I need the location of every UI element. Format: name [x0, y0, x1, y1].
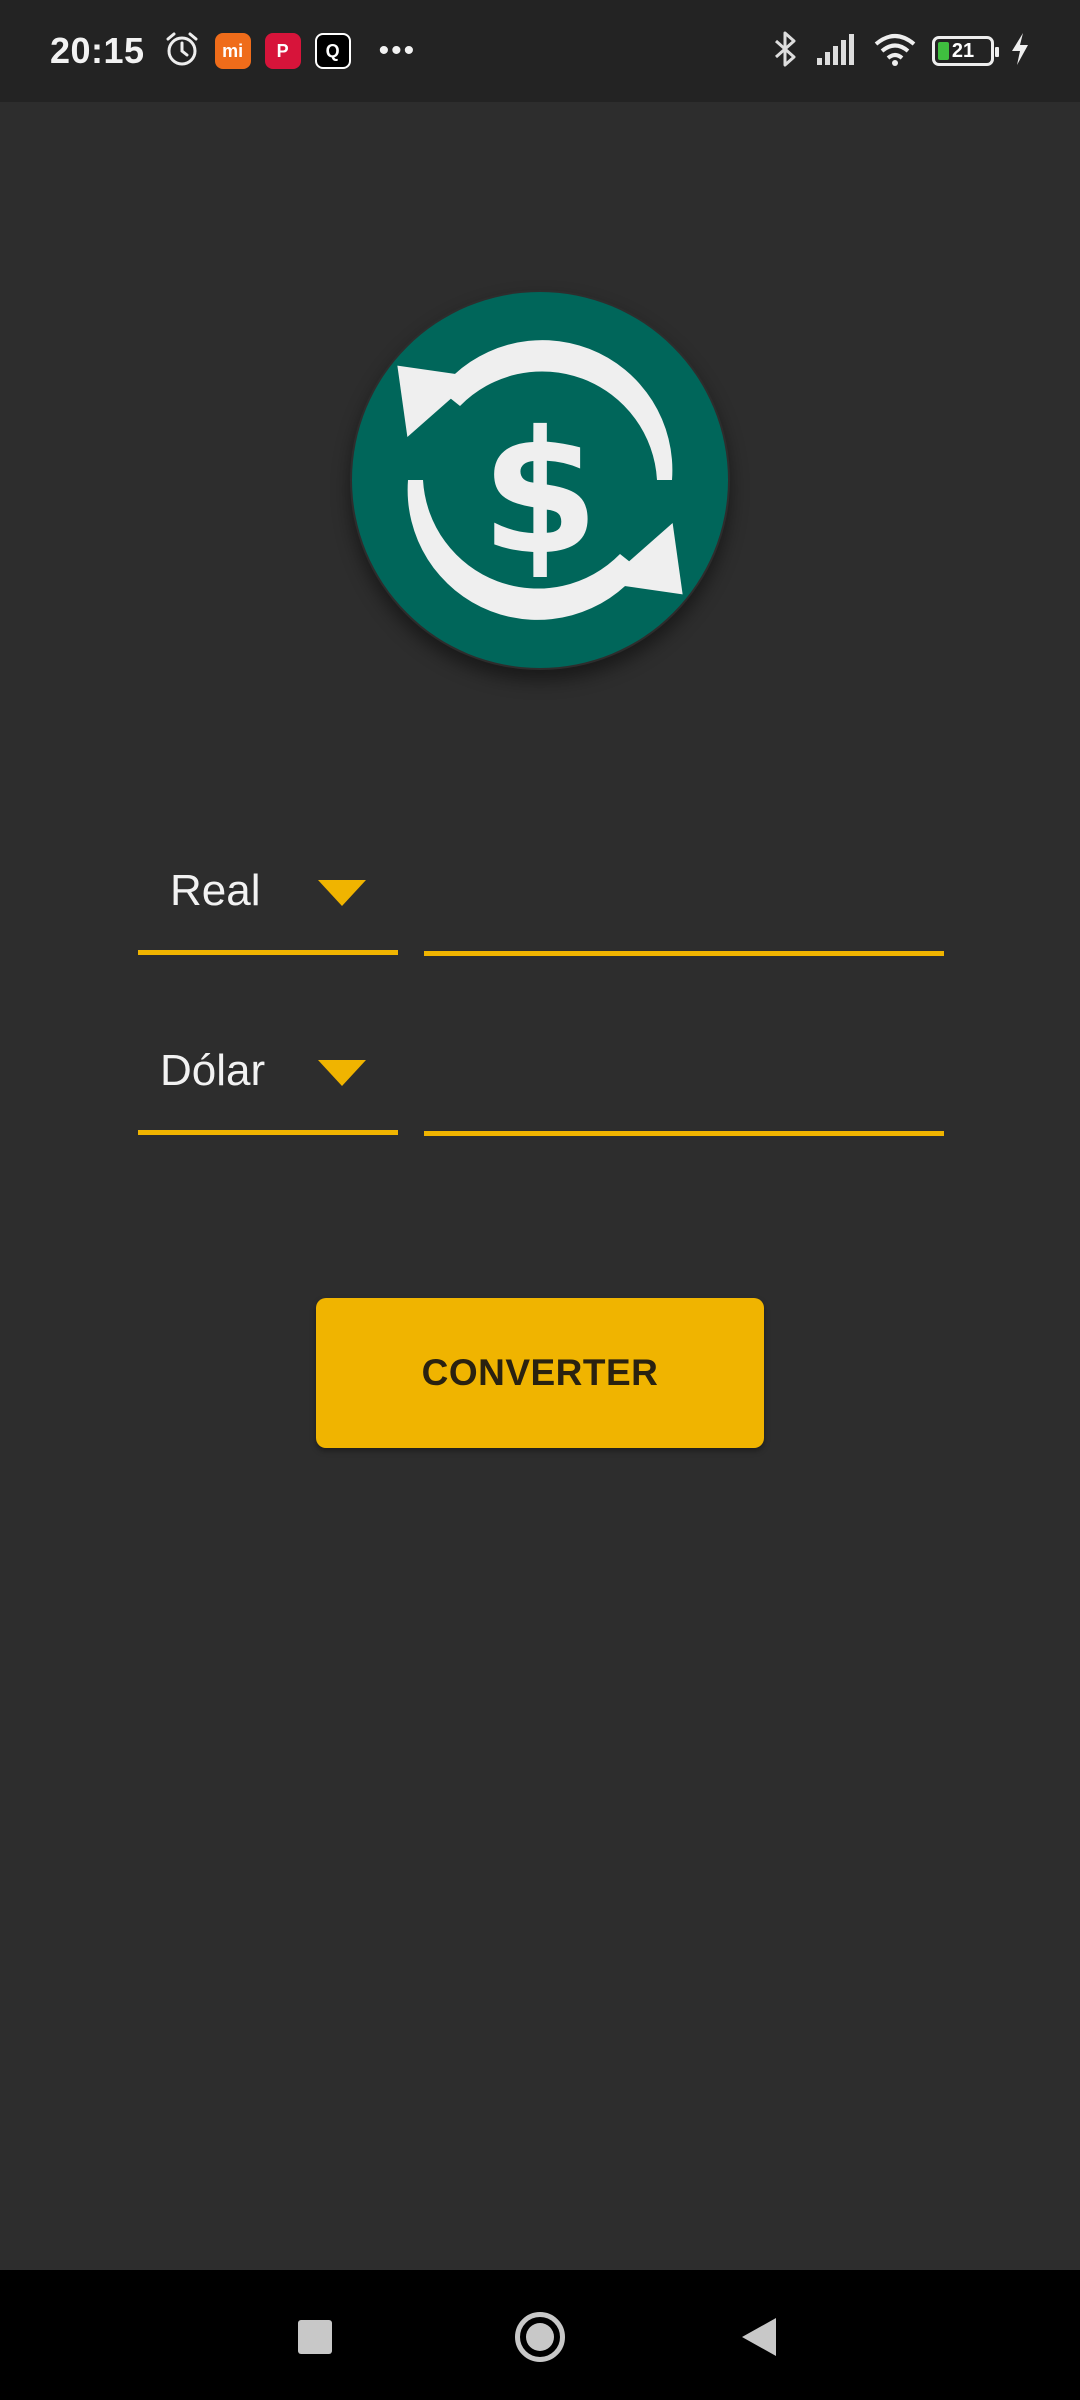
from-amount-input[interactable] — [424, 860, 944, 956]
signal-icon — [816, 32, 858, 71]
charging-icon — [1010, 32, 1030, 71]
currency-exchange-logo: $ — [350, 290, 730, 670]
dropdown-arrow-icon — [318, 1060, 366, 1086]
battery-fill — [938, 42, 949, 60]
status-bar: 20:15 mi P Q ••• 21 — [0, 0, 1080, 102]
app-icon: Q — [314, 33, 351, 69]
system-icons: 21 — [770, 30, 1030, 73]
pinterest-icon: P — [264, 33, 301, 69]
navigation-bar — [0, 2270, 1080, 2400]
from-select-underline — [138, 950, 398, 955]
back-icon[interactable] — [742, 2318, 776, 2356]
to-currency-dropdown[interactable]: Dólar — [138, 1020, 398, 1138]
more-notifications-icon: ••• — [378, 34, 417, 67]
to-currency-row: Dólar — [138, 1020, 944, 1136]
convert-button[interactable]: CONVERTER — [316, 1298, 764, 1448]
alarm-icon — [163, 30, 201, 73]
from-currency-row: Real — [138, 840, 944, 956]
mi-store-icon: mi — [214, 33, 251, 69]
battery-level: 21 — [951, 39, 975, 62]
from-currency-label: Real — [170, 866, 261, 915]
to-amount-input[interactable] — [424, 1040, 944, 1136]
dropdown-arrow-icon — [318, 880, 366, 906]
recents-icon[interactable] — [298, 2320, 332, 2354]
wifi-icon — [874, 32, 916, 71]
from-currency-dropdown[interactable]: Real — [138, 840, 398, 958]
to-currency-label: Dólar — [160, 1046, 266, 1095]
notification-icons: mi P Q ••• — [163, 30, 417, 73]
battery-icon: 21 — [932, 36, 999, 66]
bluetooth-icon — [770, 30, 800, 73]
svg-text:$: $ — [481, 395, 599, 593]
status-time: 20:15 — [50, 30, 145, 71]
dollar-exchange-icon: $ — [352, 292, 728, 668]
to-select-underline — [138, 1130, 398, 1135]
home-icon[interactable] — [515, 2312, 565, 2362]
